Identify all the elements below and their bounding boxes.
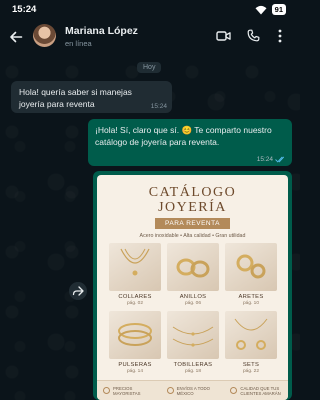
catalog-banner: PARA REVENTA	[155, 218, 230, 229]
item-page: pág. 10	[242, 301, 259, 306]
bracelet-icon	[118, 323, 152, 346]
message-time: 15:24	[150, 103, 167, 110]
footer-text: PRECIOS MAYORISTAS	[113, 385, 141, 396]
status-time: 15:24	[12, 4, 37, 15]
footer-text: CALIDAD QUE TUS CLIENTES AMARÁN	[240, 385, 281, 396]
read-receipt-icon	[275, 156, 284, 163]
message-text: ¡Hola! Sí, claro que sí. 😊 Te comparto n…	[95, 125, 272, 147]
item-page: pág. 14	[126, 369, 143, 374]
rings-photo	[167, 243, 219, 291]
catalog-subtitle: JOYERÍA	[158, 200, 227, 215]
earrings-photo	[225, 243, 277, 291]
catalog-tagline: Acero inoxidable • Alta calidad • Gran u…	[139, 233, 246, 239]
battery-indicator: 91	[271, 4, 286, 15]
footer-item-shipping: ENVÍOS A TODO MÉXICO	[161, 381, 225, 400]
chat-header: Mariana López en línea	[0, 20, 300, 54]
heart-icon	[230, 387, 238, 394]
item-page: pág. 18	[184, 369, 201, 374]
back-arrow-icon[interactable]	[9, 30, 23, 44]
bracelets-photo	[109, 311, 161, 359]
catalog-item-collares: COLLARES pág. 02	[109, 243, 161, 306]
catalog-title: CATÁLOGO	[148, 185, 237, 200]
catalog-item-aretes: ARETES pág. 10	[225, 243, 277, 306]
item-name: COLLARES	[118, 294, 152, 300]
item-name: ARETES	[238, 294, 264, 300]
catalog-item-tobilleras: TOBILLERAS pág. 18	[167, 311, 219, 374]
more-options-icon[interactable]	[278, 29, 282, 43]
necklace-icon	[120, 248, 150, 276]
truck-icon	[166, 387, 174, 394]
avatar[interactable]	[33, 24, 56, 47]
anklet-icon	[172, 326, 214, 347]
item-name: SETS	[242, 362, 260, 368]
wifi-icon	[255, 5, 267, 14]
item-page: pág. 06	[184, 301, 201, 306]
anklets-photo	[167, 311, 219, 359]
item-page: pág. 02	[126, 301, 143, 306]
earring-icon	[236, 254, 266, 279]
catalog-item-pulseras: PULSERAS pág. 14	[109, 311, 161, 374]
catalog-item-sets: SETS pág. 22	[225, 311, 277, 374]
footer-item-prices: PRECIOS MAYORISTAS	[97, 381, 161, 400]
tag-icon	[103, 387, 110, 394]
footer-item-quality: CALIDAD QUE TUS CLIENTES AMARÁN	[224, 381, 288, 400]
incoming-message[interactable]: Hola! quería saber si manejas joyería pa…	[11, 81, 172, 113]
necklace-photo	[109, 243, 161, 291]
forward-icon[interactable]	[69, 282, 87, 300]
ring-icon	[176, 258, 210, 278]
status-bar: 15:24 91	[0, 0, 300, 20]
contact-name[interactable]: Mariana López	[65, 25, 138, 37]
message-text: Hola! quería saber si manejas joyería pa…	[19, 87, 132, 109]
catalog-image[interactable]: CATÁLOGO JOYERÍA PARA REVENTA Acero inox…	[97, 175, 288, 400]
contact-status: en línea	[65, 39, 92, 48]
message-meta: 15:24	[257, 156, 286, 163]
sets-photo	[225, 311, 277, 359]
image-message[interactable]: CATÁLOGO JOYERÍA PARA REVENTA Acero inox…	[93, 171, 292, 400]
item-name: TOBILLERAS	[173, 362, 213, 368]
catalog-footer: PRECIOS MAYORISTAS ENVÍOS A TODO MÉXICO …	[97, 380, 288, 400]
message-time: 15:24	[256, 156, 273, 163]
date-separator: Hoy	[137, 62, 162, 73]
catalog-item-anillos: ANILLOS pág. 06	[167, 243, 219, 306]
status-indicators: 91	[255, 4, 286, 15]
video-call-icon[interactable]	[216, 30, 231, 42]
footer-text: ENVÍOS A TODO MÉXICO	[176, 385, 210, 396]
chat-area[interactable]: Hoy Hola! quería saber si manejas joyerí…	[0, 54, 300, 400]
phone-icon[interactable]	[247, 29, 260, 42]
outgoing-message[interactable]: ¡Hola! Sí, claro que sí. 😊 Te comparto n…	[88, 119, 292, 166]
jewelry-set-icon	[234, 318, 268, 350]
item-name: PULSERAS	[118, 362, 152, 368]
item-name: ANILLOS	[179, 294, 207, 300]
item-page: pág. 22	[242, 369, 259, 374]
